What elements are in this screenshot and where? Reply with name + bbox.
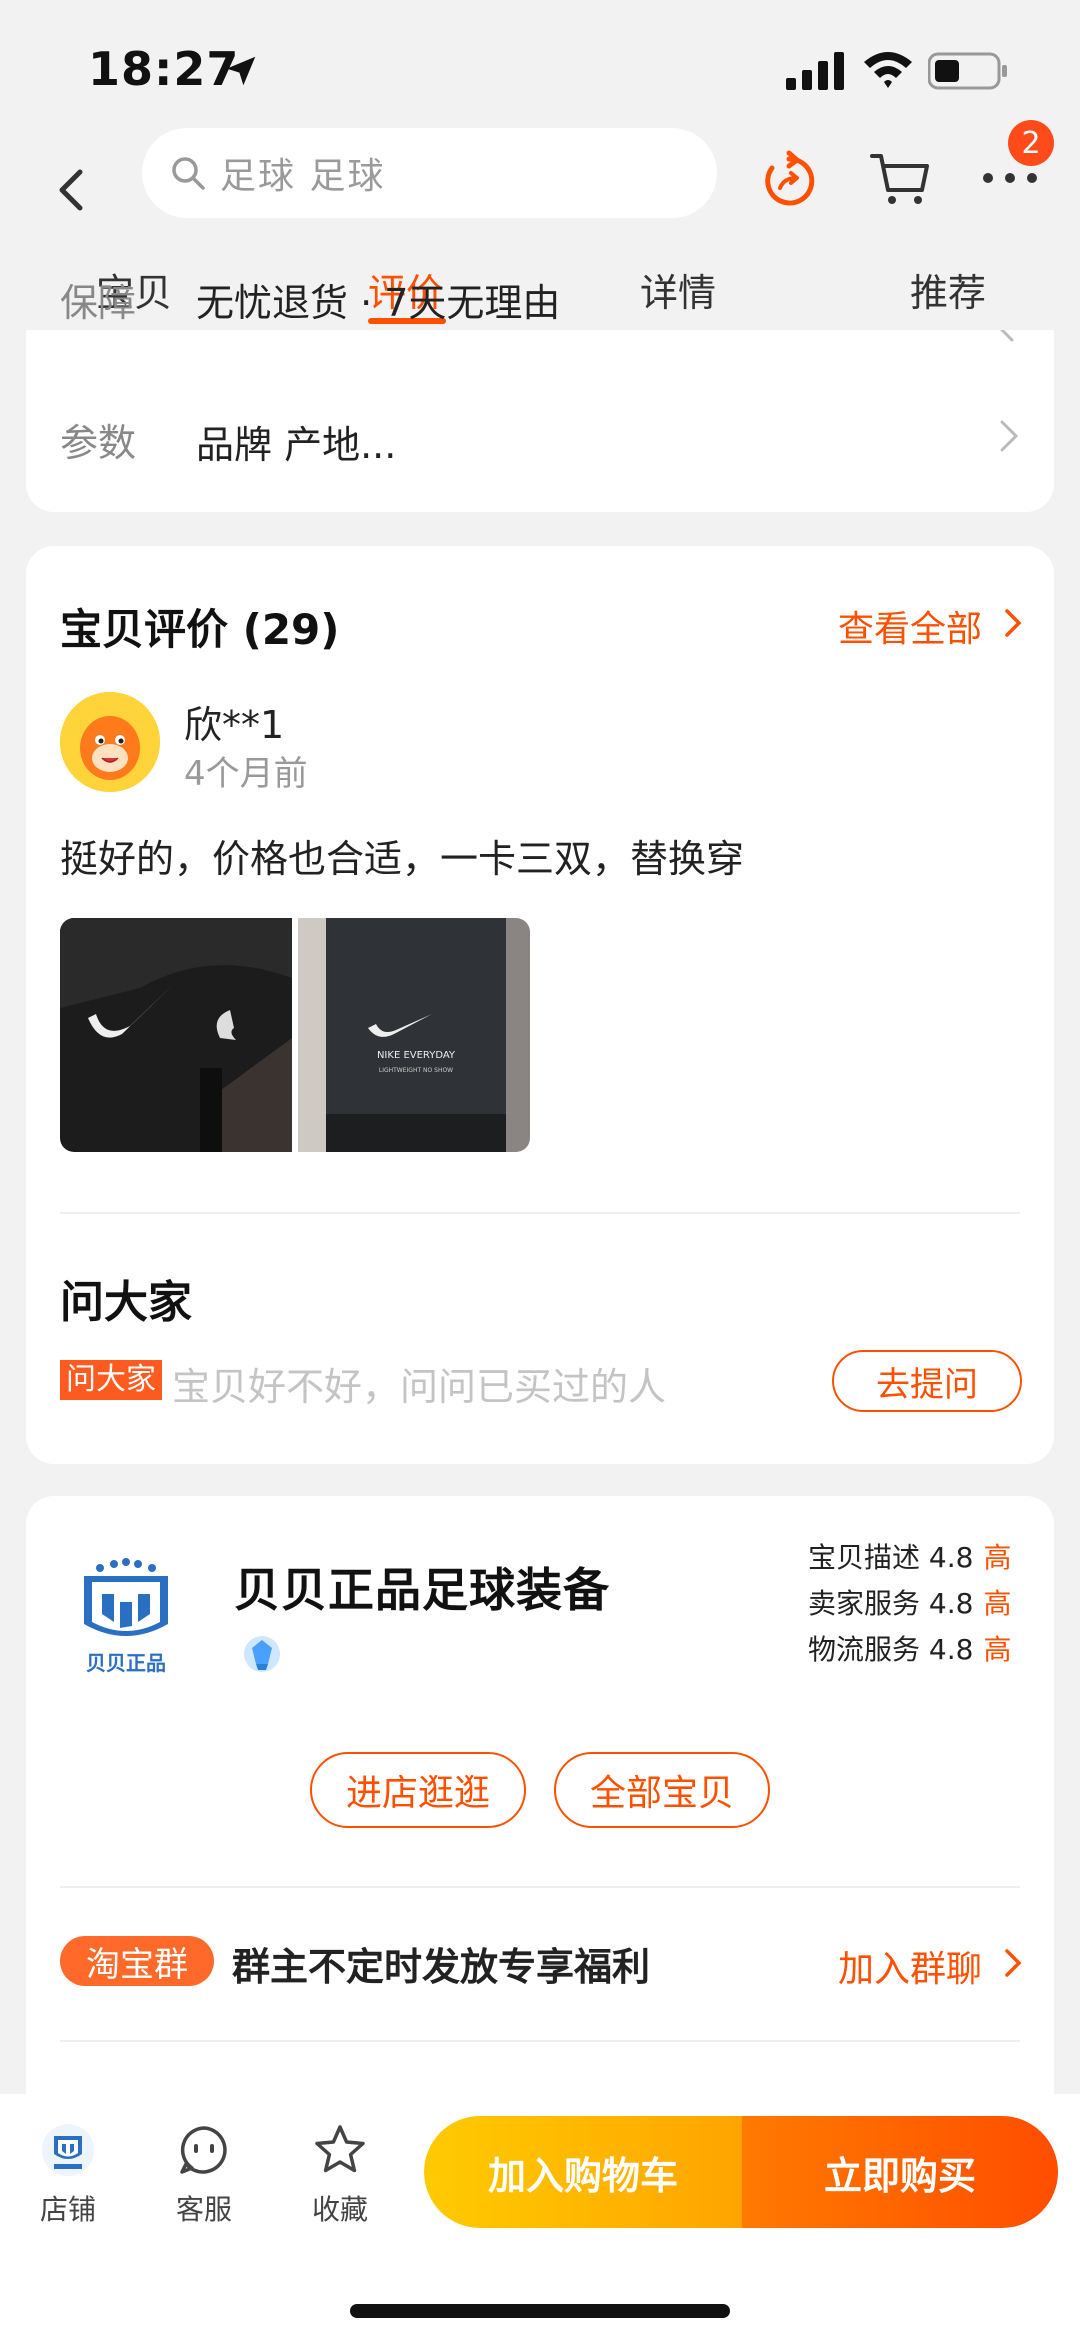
top-nav: 足球 足球 2 [0,120,1080,240]
add-to-cart-button[interactable]: 加入购物车 [424,2116,742,2228]
shop-logo-text: 贝贝正品 [86,1651,166,1675]
join-group-link[interactable]: 加入群聊 [838,1940,982,1992]
section-divider [60,2040,1020,2042]
enter-shop-button[interactable]: 进店逛逛 [310,1752,526,1828]
mascot-avatar-icon [60,692,160,792]
all-items-button[interactable]: 全部宝贝 [554,1752,770,1828]
sock-photo-icon [60,918,292,1152]
chevron-right-icon [1005,1949,1022,1977]
view-all-label: 查看全部 [837,609,982,650]
customer-service-button[interactable]: 客服 [154,2122,254,2228]
rating-logistics-level: 高 [983,1633,1012,1666]
ask-button-label: 去提问 [876,1364,978,1405]
ask-tag: 问大家 [60,1360,162,1400]
store-label: 店铺 [39,2193,96,2226]
buy-now-button[interactable]: 立即购买 [742,2116,1058,2228]
ask-placeholder[interactable]: 宝贝好不好，问问已买过的人 [172,1356,666,1411]
join-group-label: 加入群聊 [837,1949,982,1990]
shop-logo[interactable]: 贝贝正品 [60,1552,192,1684]
ask-title: 问大家 [60,1277,192,1328]
rating-service: 卖家服务 4.8 高 [808,1582,1011,1622]
rating-service-value: 卖家服务 4.8 [808,1587,974,1620]
review-text: 挺好的，价格也合适，一卡三双，替换穿 [60,837,745,881]
chevron-right-icon [1005,609,1022,637]
package-sub-text: LIGHTWEIGHT NO SHOW [379,1067,453,1074]
rating-service-level: 高 [983,1587,1012,1620]
reviewer-avatar [60,692,160,792]
sock-package-photo-icon: NIKE EVERYDAY LIGHTWEIGHT NO SHOW [298,918,530,1152]
back-arrow-icon[interactable] [50,160,90,220]
favorite-button[interactable]: 收藏 [290,2122,390,2228]
guarantee-label: 保障 [60,281,137,325]
info-card-clipped [26,330,1054,342]
reviews-card: 宝贝评价 (29) 查看全部 欣**1 4个月前 挺好的，价格也合适，一卡三双，… [26,546,1054,1464]
battery-icon [928,52,1007,90]
rating-logistics: 物流服务 4.8 高 [808,1628,1011,1668]
diamond-crown-icon [244,1636,280,1672]
share-refresh-icon[interactable] [758,150,820,212]
review-photo-1[interactable] [60,918,292,1152]
ask-question-button[interactable]: 去提问 [832,1350,1022,1412]
shop-logo-icon: 贝贝正品 [60,1552,192,1684]
location-arrow-icon [226,56,256,86]
view-all-reviews-link[interactable]: 查看全部 [838,600,982,652]
review-photo-2[interactable]: NIKE EVERYDAY LIGHTWEIGHT NO SHOW [298,918,530,1152]
favorite-label: 收藏 [311,2193,368,2226]
wifi-icon [864,52,912,88]
cart-badge: 2 [1008,120,1054,166]
status-bar: 18:27 [0,0,1080,130]
rating-description: 宝贝描述 4.8 高 [808,1536,1011,1576]
cart-icon[interactable] [868,146,932,210]
section-divider [60,1212,1020,1214]
shop-name[interactable]: 贝贝正品足球装备 [234,1554,610,1620]
rating-description-level: 高 [983,1541,1012,1574]
home-indicator[interactable] [350,2304,730,2318]
chat-face-icon [180,2126,227,2174]
params-value: 品牌 产地... [196,423,397,467]
taobao-group-tag: 淘宝群 [60,1936,214,1986]
cellular-signal-icon [786,52,844,90]
reviews-title: 宝贝评价 (29) [60,605,340,654]
service-label: 客服 [175,2193,232,2226]
search-bar[interactable]: 足球 足球 [142,128,717,218]
package-brand-text: NIKE EVERYDAY [377,1050,456,1061]
store-button[interactable]: 店铺 [18,2122,118,2228]
group-description: 群主不定时发放专享福利 [232,1945,651,1989]
star-icon [315,2125,365,2173]
section-divider [60,1886,1020,1888]
rating-logistics-value: 物流服务 4.8 [808,1633,974,1666]
store-logo-icon [42,2124,94,2176]
buy-now-label: 立即购买 [823,2153,976,2198]
guarantee-value: 无忧退货 · 7天无理由 [196,281,561,325]
enter-shop-label: 进店逛逛 [345,1773,490,1814]
chevron-right-icon [1000,330,1014,342]
status-time: 18:27 [88,42,240,96]
search-placeholder: 足球 足球 [220,156,386,197]
all-items-label: 全部宝贝 [589,1773,734,1814]
search-icon [172,157,205,190]
bottom-action-bar: 店铺 客服 收藏 加入购物车 立即购买 [0,2094,1080,2338]
params-label: 参数 [60,421,137,465]
rating-description-value: 宝贝描述 4.8 [808,1541,974,1574]
review-time: 4个月前 [184,754,308,794]
reviewer-name: 欣**1 [184,703,285,747]
chevron-right-icon [1000,420,1019,452]
add-to-cart-label: 加入购物车 [487,2153,678,2198]
info-card: 保障 无忧退货 · 7天无理由 参数 品牌 产地... [26,281,1054,512]
